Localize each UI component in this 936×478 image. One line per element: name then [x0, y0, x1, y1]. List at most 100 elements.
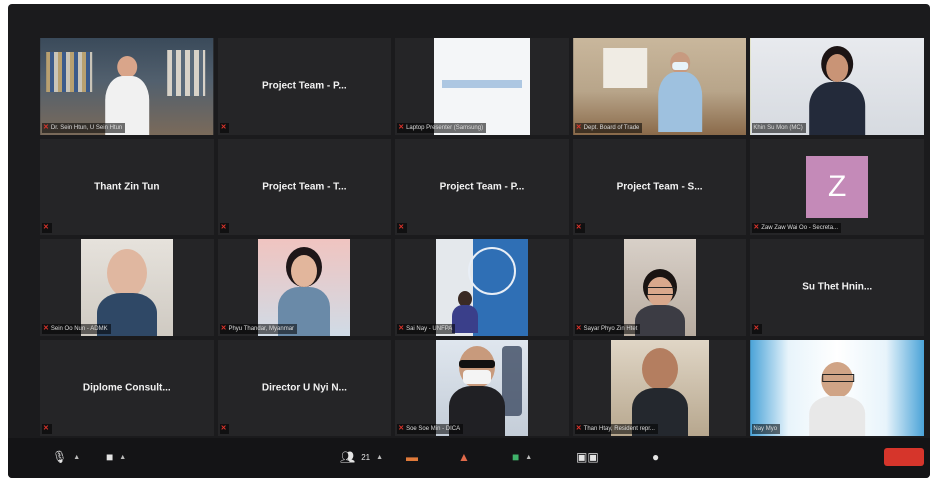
participant-label: ✕ Sayar Phyo Zin Htet: [574, 323, 641, 334]
participant-tile[interactable]: Diplome Consult... ✕: [40, 339, 214, 436]
participant-tile[interactable]: Project Team - P... ✕: [395, 138, 569, 235]
microphone-muted-icon: ✕: [753, 324, 760, 332]
video-feed: [750, 38, 924, 135]
participant-tile[interactable]: ✕ Dr. Sein Htun, U Sein Htun: [40, 38, 214, 135]
logo-banner: [441, 80, 522, 88]
participant-tile[interactable]: Director U Nyi N... ✕: [217, 339, 392, 436]
reactions-button[interactable]: ▣▣: [576, 450, 599, 464]
chevron-up-icon: ▲: [73, 453, 81, 461]
zoom-meeting-window: ✕ Dr. Sein Htun, U Sein Htun Project Team…: [8, 4, 930, 478]
participant-label: ✕: [219, 223, 230, 233]
microphone-muted-icon: ✕: [575, 425, 582, 432]
person: [809, 361, 866, 436]
participant-label: ✕ Than Htay, Resident repr...: [574, 424, 658, 434]
video-feed: [258, 239, 351, 336]
video-feed: [435, 339, 528, 436]
participant-tile[interactable]: ✕ Sai Nay - UNFPA: [395, 239, 569, 336]
person: [274, 247, 334, 336]
participant-tile-active-speaker[interactable]: Khin Su Mon (MC): [750, 38, 924, 135]
participant-tile[interactable]: Nay Myo: [750, 339, 924, 436]
person: [631, 347, 688, 436]
chat-button[interactable]: ▬: [406, 450, 418, 464]
reactions-icon: ▣▣: [576, 450, 599, 464]
participant-label: Khin Su Mon (MC): [752, 122, 806, 133]
video-button[interactable]: ■ ▲: [106, 450, 126, 464]
share-screen-button[interactable]: ▲: [458, 450, 470, 464]
video-feed: [623, 239, 696, 336]
un-emblem: [467, 247, 516, 295]
participants-button[interactable]: 👥︎ 21 ▲: [340, 450, 383, 464]
microphone-muted-icon: ✕: [398, 123, 405, 131]
participant-name: Diplome Consult...: [82, 382, 171, 394]
participant-tile[interactable]: Project Team - P... ✕: [217, 38, 392, 135]
participants-count: 21: [361, 452, 371, 462]
participant-tile[interactable]: Thant Zin Tun ✕: [40, 138, 214, 235]
participant-name: Thant Zin Tun: [94, 181, 160, 193]
participant-name: Project Team - T...: [262, 181, 347, 193]
bookshelf: [46, 52, 92, 92]
participant-label: ✕: [752, 323, 763, 334]
video-feed: [435, 239, 528, 336]
share-screen-icon: ▲: [458, 450, 470, 464]
microphone-muted-icon: ✕: [398, 425, 405, 432]
participant-label: ✕ Laptop Presenter (Samsung): [397, 122, 487, 133]
person: [633, 269, 687, 336]
microphone-muted-icon: ✕: [398, 224, 405, 231]
video-feed: [80, 239, 173, 336]
end-meeting-button[interactable]: [884, 448, 924, 466]
participant-label: ✕: [42, 424, 52, 434]
microphone-muted-icon: ✕: [220, 324, 227, 332]
record-icon: ■: [512, 450, 520, 464]
participant-tile[interactable]: ✕ Than Htay, Resident repr...: [572, 339, 747, 436]
microphone-muted-icon: ✕: [43, 324, 49, 332]
participant-tile[interactable]: Project Team - S... ✕: [572, 138, 747, 235]
participant-tile[interactable]: Z ✕ Zaw Zaw Wai Oo - Secreta...: [750, 138, 924, 235]
video-feed: [40, 38, 214, 135]
video-feed: [610, 339, 709, 436]
video-feed: [572, 38, 747, 135]
person: [449, 345, 506, 436]
participant-tile[interactable]: ✕ Sayar Phyo Zin Htet: [572, 239, 747, 336]
more-button[interactable]: ●: [652, 450, 659, 464]
participant-label: ✕: [397, 223, 408, 233]
participant-name: Project Team - P...: [439, 181, 525, 193]
person: [104, 56, 149, 135]
microphone-muted-icon: ✕: [220, 224, 227, 231]
person: [452, 291, 479, 333]
participant-label: ✕: [219, 424, 230, 434]
microphone-muted-icon: ✕: [753, 224, 760, 231]
participant-label: ✕: [574, 223, 585, 233]
meeting-toolbar: 🎙︎ ▲ ■ ▲ 👥︎ 21 ▲ ▬ ▲ ■ ▲ ▣▣ ●: [8, 438, 930, 478]
participant-label: ✕ Phyu Thandar, Myanmar: [219, 323, 298, 334]
participant-label: ✕ Dr. Sein Htun, U Sein Htun: [42, 122, 126, 133]
microphone-muted-icon: ✕: [220, 425, 227, 432]
participant-tile[interactable]: ✕ Soe Soe Min - DICA: [395, 339, 569, 436]
record-button[interactable]: ■ ▲: [512, 450, 532, 464]
participant-tile[interactable]: ✕ Dept. Board of Trade: [572, 38, 747, 135]
microphone-muted-icon: ✕: [43, 425, 49, 432]
microphone-muted-icon: 🎙︎: [52, 450, 68, 464]
microphone-muted-icon: ✕: [575, 324, 582, 332]
shared-slide: [433, 38, 530, 135]
window: [602, 48, 647, 88]
participant-tile[interactable]: Project Team - T... ✕: [217, 138, 392, 235]
participant-label: ✕ Soe Soe Min - DICA: [397, 424, 464, 434]
microphone-muted-icon: ✕: [575, 123, 582, 131]
participant-tile[interactable]: ✕ Sein Oo Nun - ADMK: [40, 239, 214, 336]
participant-label: ✕ Dept. Board of Trade: [574, 122, 643, 133]
participant-avatar: Z: [806, 155, 869, 218]
mute-button[interactable]: 🎙︎ ▲: [52, 450, 80, 464]
microphone-muted-icon: ✕: [220, 123, 227, 131]
chevron-up-icon: ▲: [376, 453, 384, 461]
participant-label: ✕ Zaw Zaw Wai Oo - Secreta...: [752, 223, 842, 233]
participant-name: Project Team - S...: [616, 181, 703, 193]
participants-icon: 👥︎: [340, 450, 356, 464]
participant-tile[interactable]: ✕ Phyu Thandar, Myanmar: [217, 239, 392, 336]
more-icon: ●: [652, 450, 660, 464]
participant-tile[interactable]: Su Thet Hnin... ✕: [750, 239, 924, 336]
participant-tile[interactable]: ✕ Laptop Presenter (Samsung): [395, 38, 569, 135]
microphone-muted-icon: ✕: [43, 224, 49, 231]
microphone-muted-icon: ✕: [43, 123, 49, 131]
person: [656, 52, 704, 132]
gallery-grid: ✕ Dr. Sein Htun, U Sein Htun Project Team…: [40, 38, 924, 436]
